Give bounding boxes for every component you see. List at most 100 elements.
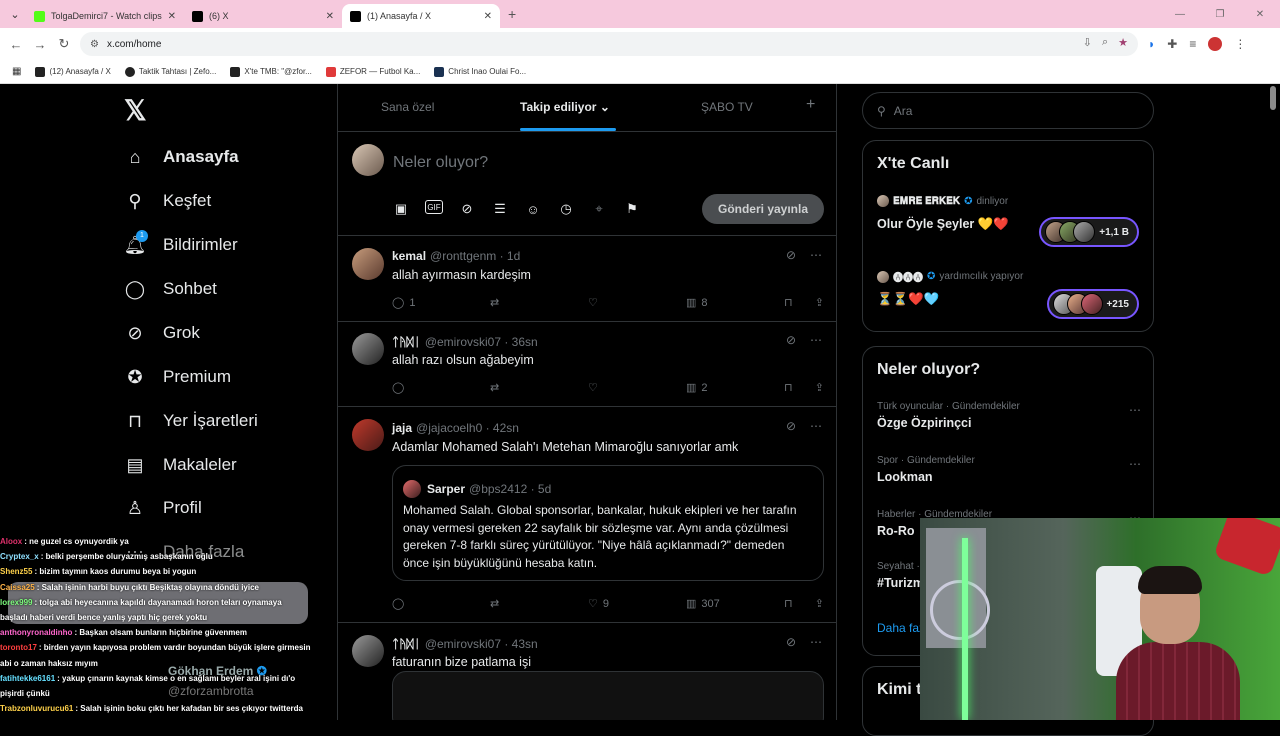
sidebar-item-premium[interactable]: ✪ Premium — [124, 362, 231, 392]
sidebar-item-explore[interactable]: ⚲ Keşfet — [124, 186, 211, 216]
trend-item[interactable]: Spor · Gündemdekiler Lookman ⋯ — [877, 455, 1141, 484]
tweet-author[interactable]: kemal — [392, 249, 426, 263]
grok-icon[interactable]: ⊘ — [786, 635, 796, 649]
close-icon[interactable]: ✕ — [484, 11, 492, 22]
like-button[interactable]: ♡ — [588, 296, 628, 309]
browser-tab-kick[interactable]: TolgaDemirci7 - Watch clips on ✕ — [26, 4, 184, 28]
avatar[interactable] — [352, 333, 384, 365]
more-icon[interactable]: ⋯ — [810, 635, 822, 649]
sidebar-item-profile[interactable]: ♙ Profil — [124, 493, 202, 523]
tab-search-icon[interactable]: ⌄ — [4, 3, 26, 25]
tweet-media[interactable] — [392, 671, 824, 720]
browser-tab-x-notifications[interactable]: (6) X ✕ — [184, 4, 342, 28]
composer-input[interactable]: Neler oluyor? — [393, 154, 488, 172]
sidebar-item-chat[interactable]: ◯ Sohbet — [124, 274, 217, 304]
bookmark-button[interactable]: ⊓ ⇪ — [784, 597, 824, 610]
tweet[interactable]: ᛏᚤᛞᛁ @emirovski07 · 43sn ⊘ ⋯ faturanın biz… — [338, 623, 836, 720]
location-icon[interactable]: ⌖ — [590, 200, 608, 218]
retweet-button[interactable]: ⇄ — [490, 381, 530, 394]
live-listeners-pill[interactable]: +1,1 B — [1039, 217, 1139, 247]
tweet[interactable]: ᛏᚤᛞᛁ @emirovski07 · 36sn ⊘ ⋯ allah razı ol… — [338, 321, 836, 407]
tweet-author[interactable]: jaja — [392, 421, 412, 435]
browser-tab-x-home[interactable]: (1) Anasayfa / X ✕ — [342, 4, 500, 28]
sidebar-item-grok[interactable]: ⊘ Grok — [124, 318, 199, 348]
post-button[interactable]: Gönderi yayınla — [702, 194, 824, 224]
trend-item[interactable]: Türk oyuncular · Gündemdekiler Özge Özpir… — [877, 401, 1141, 430]
grok-icon[interactable]: ⊘ — [786, 333, 796, 347]
close-window-icon[interactable]: ✕ — [1240, 9, 1280, 20]
tab-sabo-tv[interactable]: ŞABO TV — [701, 100, 753, 114]
retweet-button[interactable]: ⇄ — [490, 296, 530, 309]
bookmark-item[interactable]: X'te TMB: "@zfor... — [230, 66, 312, 77]
more-icon[interactable]: ⋯ — [810, 248, 822, 262]
flag-icon[interactable]: ⚑ — [623, 200, 641, 218]
more-icon[interactable]: ⋯ — [810, 419, 822, 433]
tweet-author[interactable]: ᛏᚤᛞᛁ — [392, 637, 421, 651]
bookmark-button[interactable]: ⊓ ⇪ — [784, 296, 824, 309]
views-button[interactable]: ▥ 2 — [686, 381, 726, 395]
tab-following[interactable]: Takip ediliyor ⌄ — [520, 100, 610, 114]
avatar[interactable] — [352, 144, 384, 176]
close-icon[interactable]: ✕ — [168, 11, 176, 22]
tweet[interactable]: jaja @jajacoelh0 · 42sn ⊘ ⋯ Adamlar Mohame… — [338, 407, 836, 623]
forward-icon[interactable]: → — [28, 37, 52, 52]
back-icon[interactable]: ← — [4, 37, 28, 52]
menu-icon[interactable]: ⋮ — [1234, 37, 1246, 51]
tweet[interactable]: kemal @ronttgenm · 1d ⊘ ⋯ allah ayırmasın … — [338, 236, 836, 322]
like-button[interactable]: ♡ — [588, 381, 628, 394]
live-item[interactable]: 🅐🅐🅐 ✪ yardımcılık yapıyor ⏳⏳❤️🩵 — [877, 269, 1023, 307]
grok-icon[interactable]: ⊘ — [786, 419, 796, 433]
sidebar-item-bookmarks[interactable]: ⊓ Yer İşaretleri — [124, 406, 258, 436]
close-icon[interactable]: ✕ — [326, 11, 334, 22]
grok-icon[interactable]: ⊘ — [458, 200, 476, 218]
retweet-button[interactable]: ⇄ — [490, 597, 530, 610]
quoted-tweet[interactable]: Sarper @bps2412 · 5d Mohamed Salah. Glob… — [392, 465, 824, 581]
bookmark-button[interactable]: ⊓ ⇪ — [784, 381, 824, 394]
poll-icon[interactable]: ☰ — [491, 200, 509, 218]
search-input[interactable]: ⚲ Ara — [862, 92, 1154, 129]
sidebar-item-articles[interactable]: ▤ Makaleler — [124, 450, 236, 480]
maximize-icon[interactable]: ❐ — [1200, 9, 1240, 20]
url-field[interactable]: ⚙ x.com/home ⇩ ⌕ ★ — [80, 32, 1138, 56]
x-logo-icon[interactable]: 𝕏 — [124, 94, 152, 126]
gif-icon[interactable]: GIF — [425, 200, 443, 214]
live-listeners-pill[interactable]: +215 — [1047, 289, 1139, 319]
zoom-icon[interactable]: ⌕ — [1102, 36, 1108, 49]
avatar[interactable] — [352, 419, 384, 451]
grok-icon[interactable]: ⊘ — [786, 248, 796, 262]
apps-icon[interactable]: ▦ — [12, 66, 21, 77]
minimize-icon[interactable]: — — [1160, 9, 1200, 20]
bookmark-item[interactable]: Taktik Tahtası | Zefo... — [124, 66, 216, 77]
image-icon[interactable]: ▣ — [392, 200, 410, 218]
live-item[interactable]: 𝐄𝐌𝐑𝐄 𝐄𝐑𝐊𝐄𝐊 ✪ dinliyor Olur Öyle Şeyler 💛❤️ — [877, 195, 1009, 232]
new-tab-icon[interactable]: + — [508, 6, 516, 22]
site-settings-icon[interactable]: ⚙ — [90, 39, 99, 50]
avatar[interactable] — [352, 635, 384, 667]
puzzle-icon[interactable]: ✚ — [1167, 37, 1177, 51]
reload-icon[interactable]: ↻ — [52, 36, 76, 52]
bookmark-item[interactable]: (12) Anasayfa / X — [35, 66, 111, 77]
add-tab-icon[interactable]: + — [806, 96, 815, 114]
page-scrollbar[interactable] — [1270, 86, 1276, 110]
bookmark-item[interactable]: ZEFOR — Futbol Ka... — [325, 66, 420, 77]
install-icon[interactable]: ⇩ — [1083, 36, 1092, 49]
more-icon[interactable]: ⋯ — [1129, 403, 1141, 417]
extension-icon[interactable]: ◗ — [1148, 37, 1155, 51]
like-button[interactable]: ♡ 9 — [588, 597, 628, 611]
schedule-icon[interactable]: ◷ — [557, 200, 575, 218]
views-button[interactable]: ▥ 307 — [686, 597, 726, 611]
reply-button[interactable]: ◯ 1 — [392, 296, 432, 310]
emoji-icon[interactable]: ☺ — [524, 200, 542, 218]
views-button[interactable]: ▥ 8 — [686, 296, 726, 310]
bookmark-item[interactable]: Christ Inao Oulai Fo... — [434, 66, 526, 77]
tweet-author[interactable]: ᛏᚤᛞᛁ — [392, 335, 421, 349]
star-icon[interactable]: ★ — [1118, 36, 1128, 49]
reply-button[interactable]: ◯ — [392, 597, 432, 610]
more-icon[interactable]: ⋯ — [810, 333, 822, 347]
profile-avatar-icon[interactable] — [1208, 37, 1223, 51]
avatar[interactable] — [352, 248, 384, 280]
media-icon[interactable]: ≡ — [1189, 37, 1196, 51]
reply-button[interactable]: ◯ — [392, 381, 432, 394]
tab-for-you[interactable]: Sana özel — [381, 100, 434, 114]
sidebar-item-home[interactable]: ⌂ Anasayfa — [124, 142, 239, 172]
